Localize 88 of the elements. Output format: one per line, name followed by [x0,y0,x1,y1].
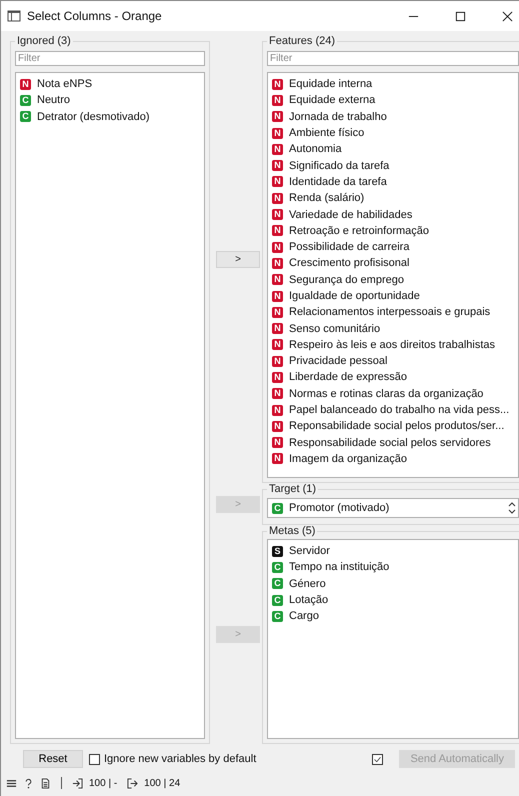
variable-name[interactable]: Crescimento profisisonal [289,257,410,270]
type-badge: N [272,111,283,122]
type-badge: N [272,323,283,334]
close-icon[interactable] [502,10,513,22]
variable-name[interactable]: Possibilidade de carreira [289,241,410,254]
type-badge: C [272,562,283,573]
variable-name[interactable]: Equidade interna [289,78,372,90]
group-title: Target (1) [268,483,318,495]
variable-name[interactable]: Neutro [37,94,70,106]
variable-name[interactable]: Identidade da tarefa [289,176,387,188]
group-title: Features (24) [268,35,336,47]
variable-name[interactable]: Igualdade de oportunidade [289,290,420,302]
type-badge: N [272,274,283,286]
group-title: Metas (5) [268,525,316,537]
type-badge: N [272,128,283,139]
variable-name[interactable]: Promotor (motivado) [289,502,508,514]
window-title: Select Columns - Orange [27,9,163,23]
variable-name[interactable]: Cargo [289,610,319,622]
variable-name[interactable]: Papel balanceado do trabalho na vida pess... [289,404,510,416]
variable-name[interactable]: Renda (salário) [289,192,364,204]
maximize-icon[interactable] [455,10,466,22]
variable-name[interactable]: Equidade externa [289,94,376,106]
checkbox[interactable] [89,754,100,764]
type-badge: C [272,578,283,590]
output-icon [127,778,138,788]
variable-name[interactable]: Retroação e retroinformação [289,224,430,237]
variable-name[interactable]: Lotação [289,594,328,606]
variable-name[interactable]: Servidor [289,545,330,558]
type-badge: N [272,258,283,269]
type-badge: N [272,339,283,350]
variable-name[interactable]: Jornada de trabalho [289,110,387,123]
variable-name[interactable]: Significado da tarefa [289,160,390,172]
type-badge: N [272,290,283,302]
type-badge: N [272,192,283,204]
type-badge: N [272,388,283,400]
group-title: Ignored (3) [16,35,72,47]
variable-name[interactable]: Liberdade de expressão [289,371,408,384]
reset-button[interactable]: Reset [23,750,83,768]
document-icon[interactable] [40,778,51,788]
variable-name[interactable]: Autonomia [289,143,342,156]
variable-name[interactable]: Relacionamentos interpessoais e grupais [289,306,490,318]
type-badge: C [20,111,31,122]
filter-field[interactable]: Filter [15,51,205,66]
variable-name[interactable]: Género [289,578,326,590]
output-summary: 100 | 24 [144,778,180,788]
variable-name[interactable]: Detrator (desmotivado) [37,110,150,123]
move-button[interactable]: > [216,250,260,268]
type-badge: N [272,144,283,155]
app-icon [7,9,21,23]
type-badge: S [272,546,283,557]
type-badge: N [272,225,283,236]
variable-name[interactable]: Variedade de habilidades [289,208,412,221]
type-badge: C [272,610,283,622]
type-badge: C [272,594,283,606]
variable-name[interactable]: Reponsabilidade social pelos produtos/ser... [289,420,504,432]
variable-name[interactable]: Privacidade pessoal [289,355,388,368]
input-summary: 100 | - [89,778,118,788]
type-badge: C [272,502,283,514]
variable-name[interactable]: Ambiente físico [289,127,364,140]
type-badge: N [272,453,283,464]
spinner-icon[interactable] [508,501,516,515]
type-badge: N [272,209,283,220]
type-badge: N [272,437,283,448]
type-badge: N [272,160,283,172]
type-badge: N [272,176,283,188]
type-badge: N [272,242,283,253]
type-badge: N [272,306,283,318]
variable-name[interactable]: Segurança do emprego [289,274,404,286]
variable-name[interactable]: Responsabilidade social pelos servidores [289,436,491,449]
variable-name[interactable]: Imagem da organização [289,452,408,465]
type-badge: N [272,78,283,90]
type-badge: N [20,78,31,90]
type-badge: N [272,94,283,106]
variable-name[interactable]: Senso comunitário [289,322,380,335]
variable-name[interactable]: Normas e rotinas claras da organização [289,388,484,400]
help-icon[interactable] [23,778,34,788]
filter-field[interactable]: Filter [267,51,519,66]
type-badge: N [272,372,283,383]
variable-name[interactable]: Nota eNPS [37,78,92,90]
type-badge: N [272,420,283,432]
checkbox-label[interactable]: Ignore new variables by default [104,753,256,765]
type-badge: N [272,356,283,367]
input-icon [72,778,83,788]
type-badge: N [272,404,283,416]
variable-name[interactable]: Tempo na instituição [289,561,390,574]
variable-name[interactable]: Respeiro às leis e aos direitos trabalhistas [289,338,496,351]
menu-icon[interactable] [6,778,17,788]
type-badge: C [20,94,31,106]
